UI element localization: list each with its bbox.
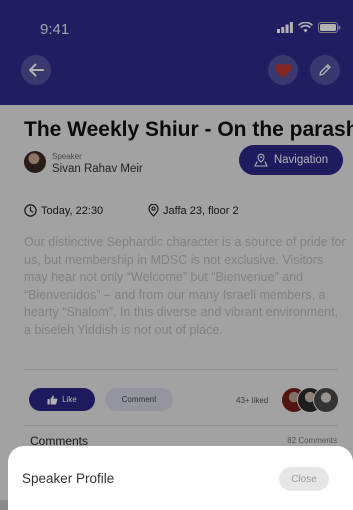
close-label: Close [291, 473, 317, 485]
sheet-title: Speaker Profile [22, 471, 115, 486]
modal-backdrop[interactable] [0, 0, 353, 500]
close-button[interactable]: Close [279, 467, 329, 491]
speaker-profile-sheet: Speaker Profile Close [8, 446, 353, 510]
